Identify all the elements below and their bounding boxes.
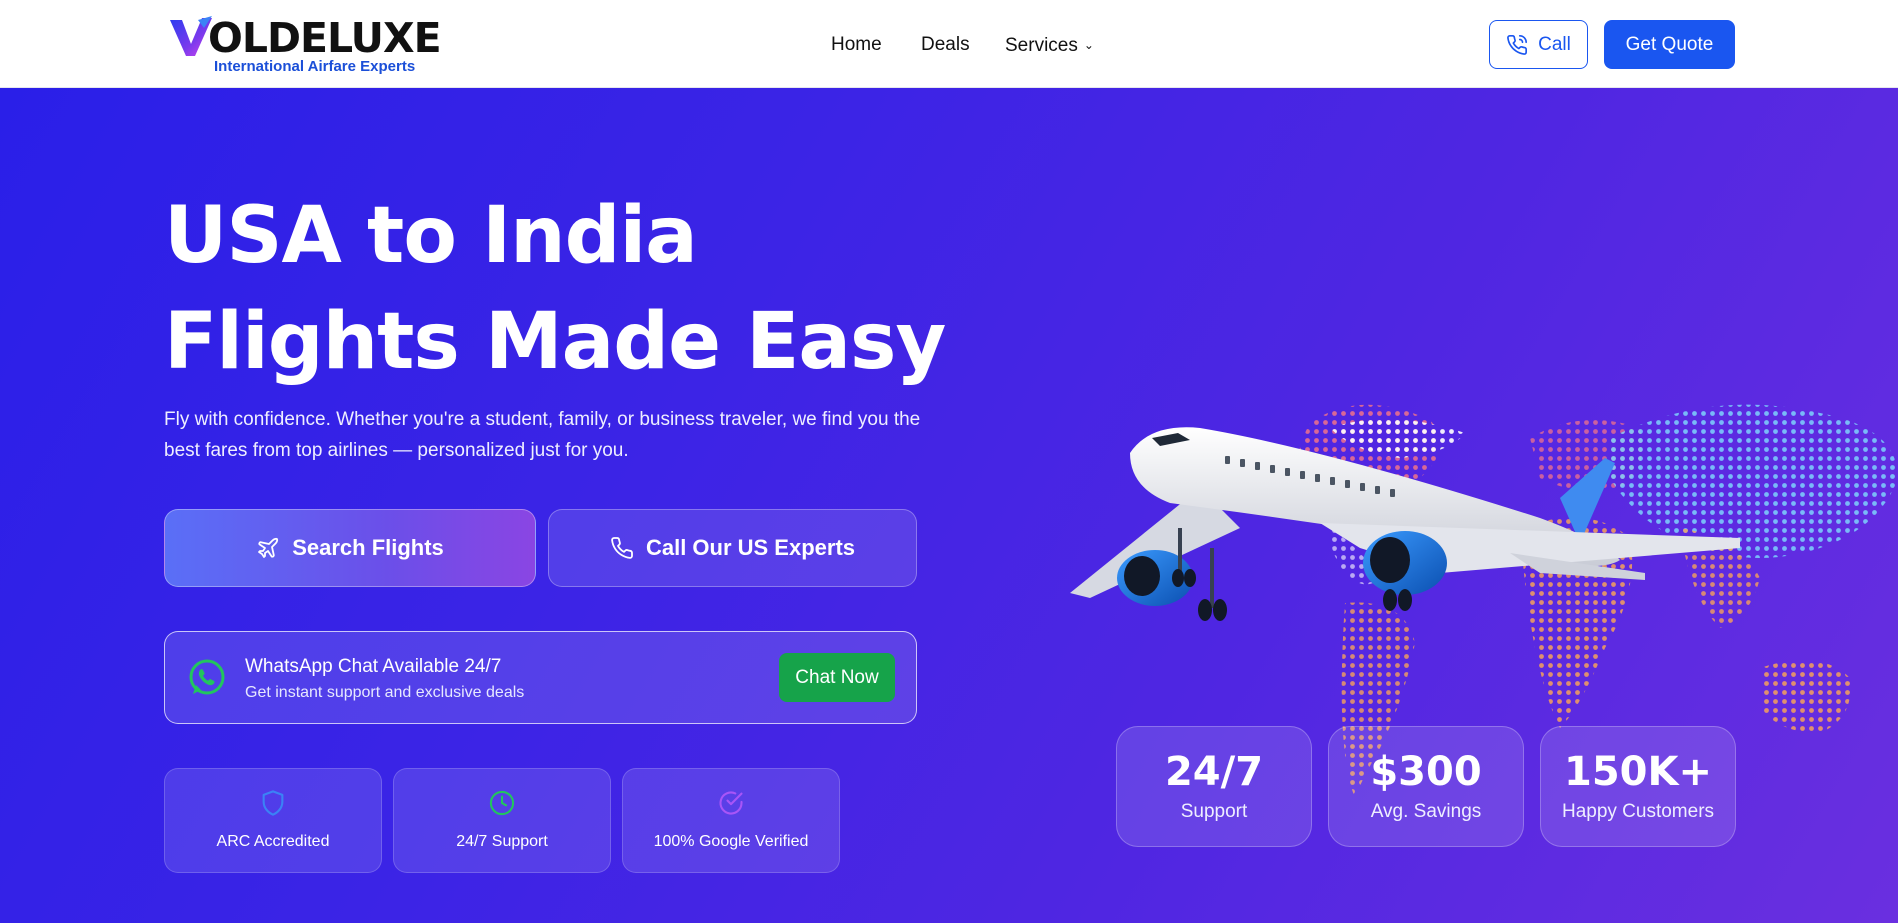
stat-label: Avg. Savings	[1370, 801, 1482, 822]
stat-customers: 150K+ Happy Customers	[1540, 726, 1736, 847]
stat-savings: $300 Avg. Savings	[1328, 726, 1524, 847]
stat-value: 24/7	[1164, 749, 1264, 795]
search-flights-button[interactable]: Search Flights	[164, 509, 536, 587]
chevron-down-icon: ⌄	[1083, 38, 1094, 52]
site-header: OLDELUXE International Airfare Experts H…	[0, 0, 1898, 88]
call-button-label: Call	[1538, 33, 1571, 55]
badge-label: 100% Google Verified	[653, 833, 809, 850]
shield-icon	[262, 790, 284, 816]
call-experts-label: Call Our US Experts	[645, 535, 856, 560]
logo[interactable]: OLDELUXE International Airfare Experts	[168, 14, 442, 76]
badge-label: ARC Accredited	[216, 833, 330, 850]
badge-support: 24/7 Support	[393, 768, 611, 873]
logo-wordmark: OLDELUXE	[208, 14, 442, 62]
badge-arc-accredited: ARC Accredited	[164, 768, 382, 873]
nav-services-label: Services	[1005, 35, 1078, 56]
badge-google-verified: 100% Google Verified	[622, 768, 840, 873]
hero-section: USA to India Flights Made Easy Fly with …	[0, 88, 1898, 923]
whatsapp-title: WhatsApp Chat Available 24/7	[245, 656, 502, 677]
whatsapp-icon	[189, 659, 225, 695]
map-australia	[1760, 660, 1851, 733]
phone-icon	[1507, 34, 1528, 55]
stat-label: Support	[1180, 801, 1248, 822]
hero-subtitle: Fly with confidence. Whether you're a st…	[164, 409, 921, 461]
badge-label: 24/7 Support	[456, 833, 548, 850]
call-button[interactable]: Call	[1489, 20, 1588, 69]
call-experts-button[interactable]: Call Our US Experts	[548, 509, 917, 587]
search-flights-label: Search Flights	[292, 535, 444, 560]
hero-title-line-1: USA to India	[164, 191, 698, 281]
check-circle-icon	[719, 791, 743, 815]
stat-value: $300	[1370, 749, 1482, 795]
whatsapp-subtitle: Get instant support and exclusive deals	[245, 684, 525, 701]
nav-deals[interactable]: Deals	[921, 32, 970, 58]
stat-label: Happy Customers	[1561, 801, 1715, 822]
plane-icon	[258, 537, 279, 558]
hero-title: USA to India Flights Made Easy	[164, 183, 946, 395]
whatsapp-banner: WhatsApp Chat Available 24/7 Get instant…	[164, 631, 917, 724]
phone-icon	[611, 537, 633, 559]
get-quote-button[interactable]: Get Quote	[1604, 20, 1735, 69]
logo-tagline: International Airfare Experts	[214, 58, 416, 75]
clock-icon	[489, 790, 515, 816]
hero-title-line-2: Flights Made Easy	[164, 297, 946, 387]
stat-support: 24/7 Support	[1116, 726, 1312, 847]
chat-now-button[interactable]: Chat Now	[779, 653, 895, 702]
nav-home[interactable]: Home	[831, 32, 882, 58]
nav-services[interactable]: Services ⌄	[1005, 32, 1094, 59]
stat-value: 150K+	[1563, 749, 1712, 795]
